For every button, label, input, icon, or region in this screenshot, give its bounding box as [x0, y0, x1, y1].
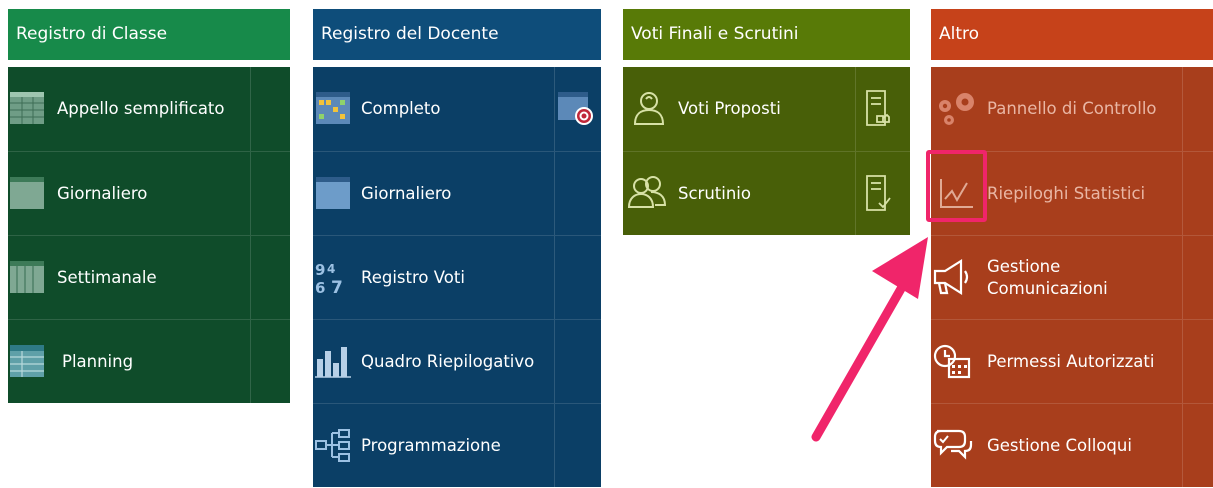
menu-item-planning[interactable]: Planning	[8, 319, 290, 403]
row-divider	[1182, 152, 1183, 235]
group-icon	[627, 176, 667, 208]
row-divider	[1182, 67, 1183, 151]
registro-classe-menu: Appello semplificato Giornaliero Settima…	[8, 67, 290, 403]
target-calendar-icon[interactable]	[556, 88, 596, 128]
menu-item-gestione-comunicazioni[interactable]: Gestione Comunicazioni	[931, 235, 1213, 319]
svg-text:9: 9	[315, 261, 325, 279]
document-check-icon[interactable]	[863, 173, 893, 213]
row-divider	[554, 236, 555, 319]
registro-classe-column: Registro di Classe Appello semplificato …	[8, 9, 290, 403]
row-divider	[855, 67, 856, 151]
daily-register-icon	[316, 177, 350, 209]
weekly-register-icon	[10, 261, 44, 293]
registro-docente-column: Registro del Docente Completo Giornalier…	[313, 9, 601, 487]
calendar-grid-icon	[316, 92, 350, 124]
row-divider	[855, 152, 856, 235]
menu-item-label: Appello semplificato	[57, 98, 225, 118]
menu-item-quadro-riepilogativo[interactable]: Quadro Riepilogativo	[313, 319, 601, 403]
voti-finali-column: Voti Finali e Scrutini Voti Proposti Scr…	[623, 9, 910, 235]
planning-grid-icon	[10, 345, 44, 377]
menu-item-programmazione[interactable]: Programmazione	[313, 403, 601, 487]
menu-item-giornaliero[interactable]: Giornaliero	[8, 151, 290, 235]
altro-column: Altro Pannello di Controllo Riepiloghi S…	[931, 9, 1213, 487]
menu-item-appello-semplificato[interactable]: Appello semplificato	[8, 67, 290, 151]
row-divider	[1182, 404, 1183, 487]
registro-docente-header: Registro del Docente	[313, 9, 601, 60]
grades-numbers-icon: 9 4 6 7	[315, 261, 343, 297]
menu-item-label: Pannello di Controllo	[987, 98, 1157, 118]
altro-menu: Pannello di Controllo Riepiloghi Statist…	[931, 67, 1213, 487]
menu-item-label: Completo	[361, 98, 441, 118]
row-divider	[250, 320, 251, 403]
menu-item-label: Giornaliero	[57, 183, 148, 203]
registro-classe-header: Registro di Classe	[8, 9, 290, 60]
row-divider	[554, 152, 555, 235]
menu-item-label: Settimanale	[57, 267, 157, 287]
menu-item-scrutinio[interactable]: Scrutinio	[623, 151, 910, 235]
bar-chart-icon	[315, 347, 351, 378]
row-divider	[250, 67, 251, 151]
hierarchy-icon	[315, 429, 350, 462]
menu-item-label: Voti Proposti	[678, 98, 781, 118]
row-divider	[554, 404, 555, 487]
menu-item-label: Permessi Autorizzati	[987, 351, 1155, 371]
row-divider	[1182, 236, 1183, 319]
menu-item-label: Registro Voti	[361, 267, 465, 287]
svg-text:7: 7	[331, 278, 343, 297]
menu-item-giornaliero-docente[interactable]: Giornaliero	[313, 151, 601, 235]
daily-register-icon	[10, 177, 44, 209]
menu-item-voti-proposti[interactable]: Voti Proposti	[623, 67, 910, 151]
row-divider	[250, 236, 251, 319]
menu-item-label: Giornaliero	[361, 183, 452, 203]
document-thumb-icon[interactable]	[863, 88, 893, 128]
svg-text:4: 4	[327, 262, 335, 276]
row-divider	[250, 152, 251, 235]
menu-item-completo[interactable]: Completo	[313, 67, 601, 151]
row-divider	[554, 320, 555, 403]
attendance-grid-icon	[10, 92, 44, 124]
registro-docente-menu: Completo Giornaliero 9 4 6 7 Registro Vo…	[313, 67, 601, 487]
menu-item-label: Scrutinio	[678, 183, 751, 203]
voti-finali-menu: Voti Proposti Scrutinio	[623, 67, 910, 235]
person-icon	[633, 92, 665, 125]
row-divider	[554, 67, 555, 151]
menu-item-permessi-autorizzati[interactable]: Permessi Autorizzati	[931, 319, 1213, 403]
highlight-box	[926, 150, 987, 222]
menu-item-label: Programmazione	[361, 435, 501, 455]
menu-item-gestione-colloqui[interactable]: Gestione Colloqui	[931, 403, 1213, 487]
menu-item-settimanale[interactable]: Settimanale	[8, 235, 290, 319]
menu-item-label: Riepiloghi Statistici	[987, 183, 1146, 203]
menu-item-pannello-di-controllo[interactable]: Pannello di Controllo	[931, 67, 1213, 151]
menu-item-registro-voti[interactable]: 9 4 6 7 Registro Voti	[313, 235, 601, 319]
pointer-arrow-icon	[811, 237, 928, 442]
altro-header: Altro	[931, 9, 1213, 60]
svg-text:6: 6	[315, 279, 325, 297]
voti-finali-header: Voti Finali e Scrutini	[623, 9, 910, 60]
menu-item-label: Quadro Riepilogativo	[361, 351, 535, 371]
row-divider	[1182, 320, 1183, 403]
gears-icon	[939, 93, 974, 125]
menu-item-label: Planning	[62, 351, 134, 371]
menu-item-label: Gestione Comunicazioni	[987, 256, 1108, 298]
menu-item-label: Gestione Colloqui	[987, 435, 1132, 455]
